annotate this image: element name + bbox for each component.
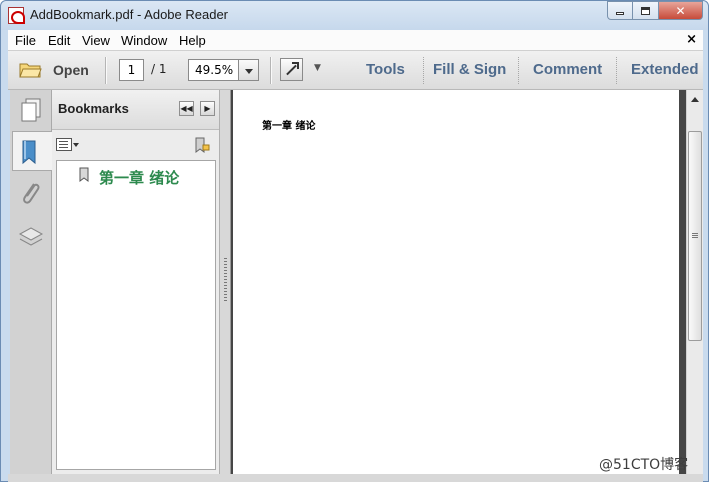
toolbar-divider	[423, 57, 424, 84]
chevron-down-icon[interactable]	[73, 143, 79, 150]
minimize-icon	[616, 12, 624, 15]
maximize-icon	[641, 6, 650, 15]
panel-splitter[interactable]	[220, 90, 231, 474]
bookmarks-button[interactable]	[12, 131, 52, 171]
window-title: AddBookmark.pdf - Adobe Reader	[30, 7, 229, 22]
navigation-rail	[10, 90, 52, 474]
toolbar-divider	[105, 57, 106, 84]
maximize-button[interactable]	[633, 1, 659, 20]
pages-button[interactable]	[14, 94, 47, 134]
menu-bar: File Edit View Window Help ×	[8, 30, 703, 51]
window-controls: ✕	[607, 1, 703, 21]
close-button[interactable]: ✕	[659, 1, 703, 20]
minimize-button[interactable]	[607, 1, 633, 20]
menu-file[interactable]: File	[15, 33, 36, 48]
adobe-reader-icon	[8, 7, 25, 24]
pages-icon	[21, 98, 41, 122]
status-bar	[8, 474, 703, 482]
page-number-input[interactable]: 1	[119, 59, 144, 81]
close-document-icon[interactable]: ×	[686, 32, 697, 47]
bookmark-item-icon	[79, 167, 89, 182]
scroll-up-icon[interactable]	[691, 93, 699, 102]
bookmark-icon	[22, 140, 36, 165]
comment-pane-link[interactable]: Comment	[533, 61, 602, 78]
bookmarks-panel: Bookmarks ◀◀ ▶ 第一章 绪论	[52, 90, 220, 474]
vertical-scrollbar[interactable]	[686, 90, 703, 474]
document-view: 第一章 绪论	[231, 90, 686, 474]
pdf-page[interactable]: 第一章 绪论	[233, 90, 679, 474]
toolbar-more-icon[interactable]: ▼	[314, 63, 321, 73]
page-heading: 第一章 绪论	[262, 121, 316, 132]
fill-sign-pane-link[interactable]: Fill & Sign	[433, 61, 506, 78]
app-window: AddBookmark.pdf - Adobe Reader ✕ File Ed…	[0, 0, 709, 482]
menu-view[interactable]: View	[82, 33, 110, 48]
close-icon: ✕	[675, 3, 686, 18]
options-icon[interactable]	[56, 138, 72, 151]
open-button[interactable]: Open	[19, 59, 89, 81]
expand-panel-icon[interactable]: ▶	[200, 101, 215, 116]
attachment-icon	[23, 183, 40, 204]
attachments-button[interactable]	[14, 176, 47, 216]
menu-help[interactable]: Help	[179, 33, 206, 48]
bookmark-label: 第一章 绪论	[99, 169, 180, 187]
layers-icon	[18, 227, 44, 246]
fit-page-button[interactable]	[280, 58, 303, 81]
toolbar-divider	[616, 57, 617, 84]
scroll-thumb[interactable]	[688, 131, 702, 341]
watermark-text: @51CTO博客	[599, 457, 689, 473]
page-total: / 1	[151, 62, 167, 76]
panel-title: Bookmarks	[58, 101, 129, 116]
tools-pane-link[interactable]: Tools	[366, 61, 405, 78]
toolbar-divider	[518, 57, 519, 84]
new-bookmark-icon[interactable]	[194, 136, 210, 154]
extended-pane-link[interactable]: Extended	[631, 61, 699, 78]
menu-edit[interactable]: Edit	[48, 33, 70, 48]
title-bar[interactable]: AddBookmark.pdf - Adobe Reader ✕	[1, 1, 708, 30]
collapse-panel-icon[interactable]: ◀◀	[179, 101, 194, 116]
panel-toolbar	[52, 131, 219, 159]
zoom-input[interactable]: 49.5%	[188, 59, 239, 81]
splitter-grip[interactable]	[224, 258, 227, 302]
toolbar: Open 1 / 1 49.5% ▼ Tools Fill & Sign Com…	[8, 51, 703, 90]
bookmark-list: 第一章 绪论	[56, 160, 216, 470]
zoom-dropdown-button[interactable]	[238, 59, 259, 81]
menu-window[interactable]: Window	[121, 33, 167, 48]
layers-button[interactable]	[14, 218, 47, 258]
folder-icon	[19, 63, 42, 78]
toolbar-divider	[270, 57, 271, 84]
open-label: Open	[53, 62, 89, 78]
panel-header: Bookmarks ◀◀ ▶	[52, 90, 219, 130]
